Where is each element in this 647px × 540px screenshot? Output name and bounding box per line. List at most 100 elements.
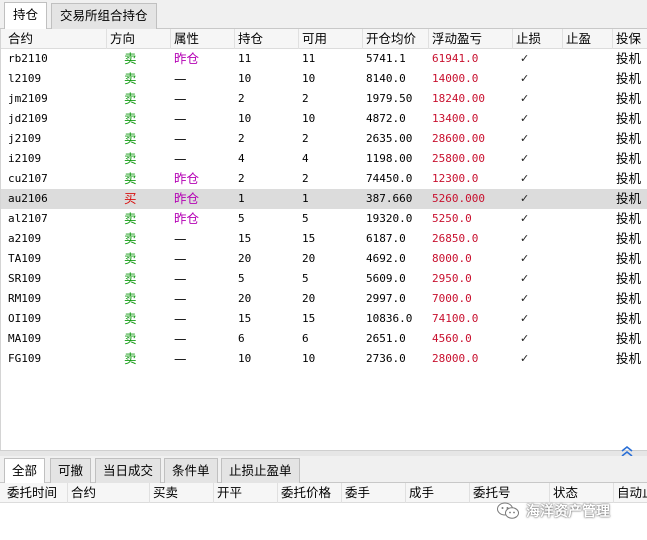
cell-position: 15 bbox=[238, 312, 252, 325]
cell-stop-loss: ✓ bbox=[520, 312, 530, 325]
cell-hedge: 投机 bbox=[616, 231, 642, 246]
col-floating-pnl[interactable]: 浮动盈亏 bbox=[429, 29, 513, 49]
col-stop-loss[interactable]: 止损 bbox=[513, 29, 563, 49]
table-row[interactable]: OI109 卖 — 15 15 10836.0 74100.0 ✓ 投机 bbox=[1, 309, 647, 329]
cell-attr: — bbox=[174, 351, 187, 366]
table-row[interactable]: al2107 卖 昨仓 5 5 19320.0 5250.0 ✓ 投机 bbox=[1, 209, 647, 229]
col-auto-stop[interactable]: 自动止 bbox=[614, 483, 647, 503]
cell-avg-open-price: 74450.0 bbox=[366, 172, 413, 185]
table-row[interactable]: cu2107 卖 昨仓 2 2 74450.0 12300.0 ✓ 投机 bbox=[1, 169, 647, 189]
tab-stop-orders[interactable]: 止损止盈单 bbox=[221, 458, 300, 483]
cell-take-profit bbox=[563, 209, 566, 229]
col-avg-open-price[interactable]: 开仓均价 bbox=[363, 29, 429, 49]
table-row[interactable]: jd2109 卖 — 10 10 4872.0 13400.0 ✓ 投机 bbox=[1, 109, 647, 129]
col-contract[interactable]: 合约 bbox=[5, 29, 107, 49]
table-row[interactable]: au2106 买 昨仓 1 1 387.660 5260.000 ✓ 投机 bbox=[1, 189, 647, 209]
table-row[interactable]: jm2109 卖 — 2 2 1979.50 18240.00 ✓ 投机 bbox=[1, 89, 647, 109]
table-row[interactable]: TA109 卖 — 20 20 4692.0 8000.0 ✓ 投机 bbox=[1, 249, 647, 269]
cell-attr: — bbox=[174, 131, 187, 146]
col-position[interactable]: 持仓 bbox=[235, 29, 299, 49]
cell-contract: jd2109 bbox=[8, 112, 48, 125]
cell-available: 20 bbox=[302, 292, 316, 305]
tab-exchange-combo-positions[interactable]: 交易所组合持仓 bbox=[51, 3, 157, 29]
cell-hedge: 投机 bbox=[616, 311, 642, 326]
cell-stop-loss: ✓ bbox=[520, 132, 530, 145]
cell-attr: — bbox=[174, 71, 187, 86]
cell-position: 20 bbox=[238, 292, 252, 305]
cell-contract: i2109 bbox=[8, 152, 42, 165]
cell-contract: al2107 bbox=[8, 212, 48, 225]
cell-side: 卖 bbox=[124, 171, 137, 186]
cell-position: 10 bbox=[238, 72, 252, 85]
cell-side: 卖 bbox=[124, 151, 137, 166]
table-row[interactable]: RM109 卖 — 20 20 2997.0 7000.0 ✓ 投机 bbox=[1, 289, 647, 309]
table-row[interactable]: j2109 卖 — 2 2 2635.00 28600.00 ✓ 投机 bbox=[1, 129, 647, 149]
table-row[interactable]: l2109 卖 — 10 10 8140.0 14000.0 ✓ 投机 bbox=[1, 69, 647, 89]
col-order-contract[interactable]: 合约 bbox=[68, 483, 150, 503]
cell-stop-loss: ✓ bbox=[520, 192, 530, 205]
cell-attr: — bbox=[174, 251, 187, 266]
cell-side: 卖 bbox=[124, 271, 137, 286]
tab-cancelable[interactable]: 可撤 bbox=[50, 458, 92, 483]
cell-avg-open-price: 2736.0 bbox=[366, 352, 406, 365]
col-order-time[interactable]: 委托时间 bbox=[4, 483, 68, 503]
cell-stop-loss: ✓ bbox=[520, 92, 530, 105]
cell-floating-pnl: 8000.0 bbox=[432, 252, 472, 265]
col-order-price[interactable]: 委托价格 bbox=[278, 483, 342, 503]
table-row[interactable]: SR109 卖 — 5 5 5609.0 2950.0 ✓ 投机 bbox=[1, 269, 647, 289]
cell-take-profit bbox=[563, 309, 566, 329]
cell-available: 5 bbox=[302, 212, 309, 225]
table-row[interactable]: rb2110 卖 昨仓 11 11 5741.1 61941.0 ✓ 投机 bbox=[1, 49, 647, 69]
table-row[interactable]: FG109 卖 — 10 10 2736.0 28000.0 ✓ 投机 bbox=[1, 349, 647, 369]
cell-take-profit bbox=[563, 129, 566, 149]
cell-position: 1 bbox=[238, 192, 245, 205]
cell-floating-pnl: 26850.0 bbox=[432, 232, 479, 245]
tab-all-orders[interactable]: 全部 bbox=[4, 458, 46, 483]
cell-floating-pnl: 25800.00 bbox=[432, 152, 485, 165]
col-side[interactable]: 方向 bbox=[107, 29, 171, 49]
cell-hedge: 投机 bbox=[616, 91, 642, 106]
cell-contract: SR109 bbox=[8, 272, 42, 285]
cell-avg-open-price: 2635.00 bbox=[366, 132, 413, 145]
cell-floating-pnl: 18240.00 bbox=[432, 92, 485, 105]
cell-position: 11 bbox=[238, 52, 252, 65]
cell-hedge: 投机 bbox=[616, 131, 642, 146]
cell-take-profit bbox=[563, 269, 566, 289]
table-row[interactable]: MA109 卖 — 6 6 2651.0 4560.0 ✓ 投机 bbox=[1, 329, 647, 349]
col-order-lots[interactable]: 委手 bbox=[342, 483, 406, 503]
col-filled-lots[interactable]: 成手 bbox=[406, 483, 470, 503]
col-take-profit[interactable]: 止盈 bbox=[563, 29, 613, 49]
cell-take-profit bbox=[563, 149, 566, 169]
col-attr[interactable]: 属性 bbox=[171, 29, 235, 49]
col-hedge[interactable]: 投保 bbox=[613, 29, 647, 49]
cell-contract: TA109 bbox=[8, 252, 42, 265]
cell-available: 2 bbox=[302, 172, 309, 185]
cell-position: 4 bbox=[238, 152, 245, 165]
cell-attr: — bbox=[174, 91, 187, 106]
cell-floating-pnl: 12300.0 bbox=[432, 172, 479, 185]
tab-conditional-orders[interactable]: 条件单 bbox=[164, 458, 218, 483]
cell-hedge: 投机 bbox=[616, 171, 642, 186]
cell-take-profit bbox=[563, 229, 566, 249]
cell-stop-loss: ✓ bbox=[520, 232, 530, 245]
table-row[interactable]: a2109 卖 — 15 15 6187.0 26850.0 ✓ 投机 bbox=[1, 229, 647, 249]
cell-available: 2 bbox=[302, 92, 309, 105]
tab-positions[interactable]: 持仓 bbox=[4, 2, 48, 29]
col-available[interactable]: 可用 bbox=[299, 29, 363, 49]
tab-today-trades[interactable]: 当日成交 bbox=[95, 458, 162, 483]
cell-hedge: 投机 bbox=[616, 211, 642, 226]
cell-available: 5 bbox=[302, 272, 309, 285]
cell-hedge: 投机 bbox=[616, 351, 642, 366]
col-open-close[interactable]: 开平 bbox=[214, 483, 278, 503]
cell-stop-loss: ✓ bbox=[520, 252, 530, 265]
cell-avg-open-price: 4872.0 bbox=[366, 112, 406, 125]
cell-contract: l2109 bbox=[8, 72, 42, 85]
col-buy-sell[interactable]: 买卖 bbox=[150, 483, 214, 503]
cell-avg-open-price: 8140.0 bbox=[366, 72, 406, 85]
cell-avg-open-price: 6187.0 bbox=[366, 232, 406, 245]
cell-contract: cu2107 bbox=[8, 172, 48, 185]
cell-floating-pnl: 2950.0 bbox=[432, 272, 472, 285]
cell-avg-open-price: 2997.0 bbox=[366, 292, 406, 305]
cell-take-profit bbox=[563, 349, 566, 369]
table-row[interactable]: i2109 卖 — 4 4 1198.00 25800.00 ✓ 投机 bbox=[1, 149, 647, 169]
